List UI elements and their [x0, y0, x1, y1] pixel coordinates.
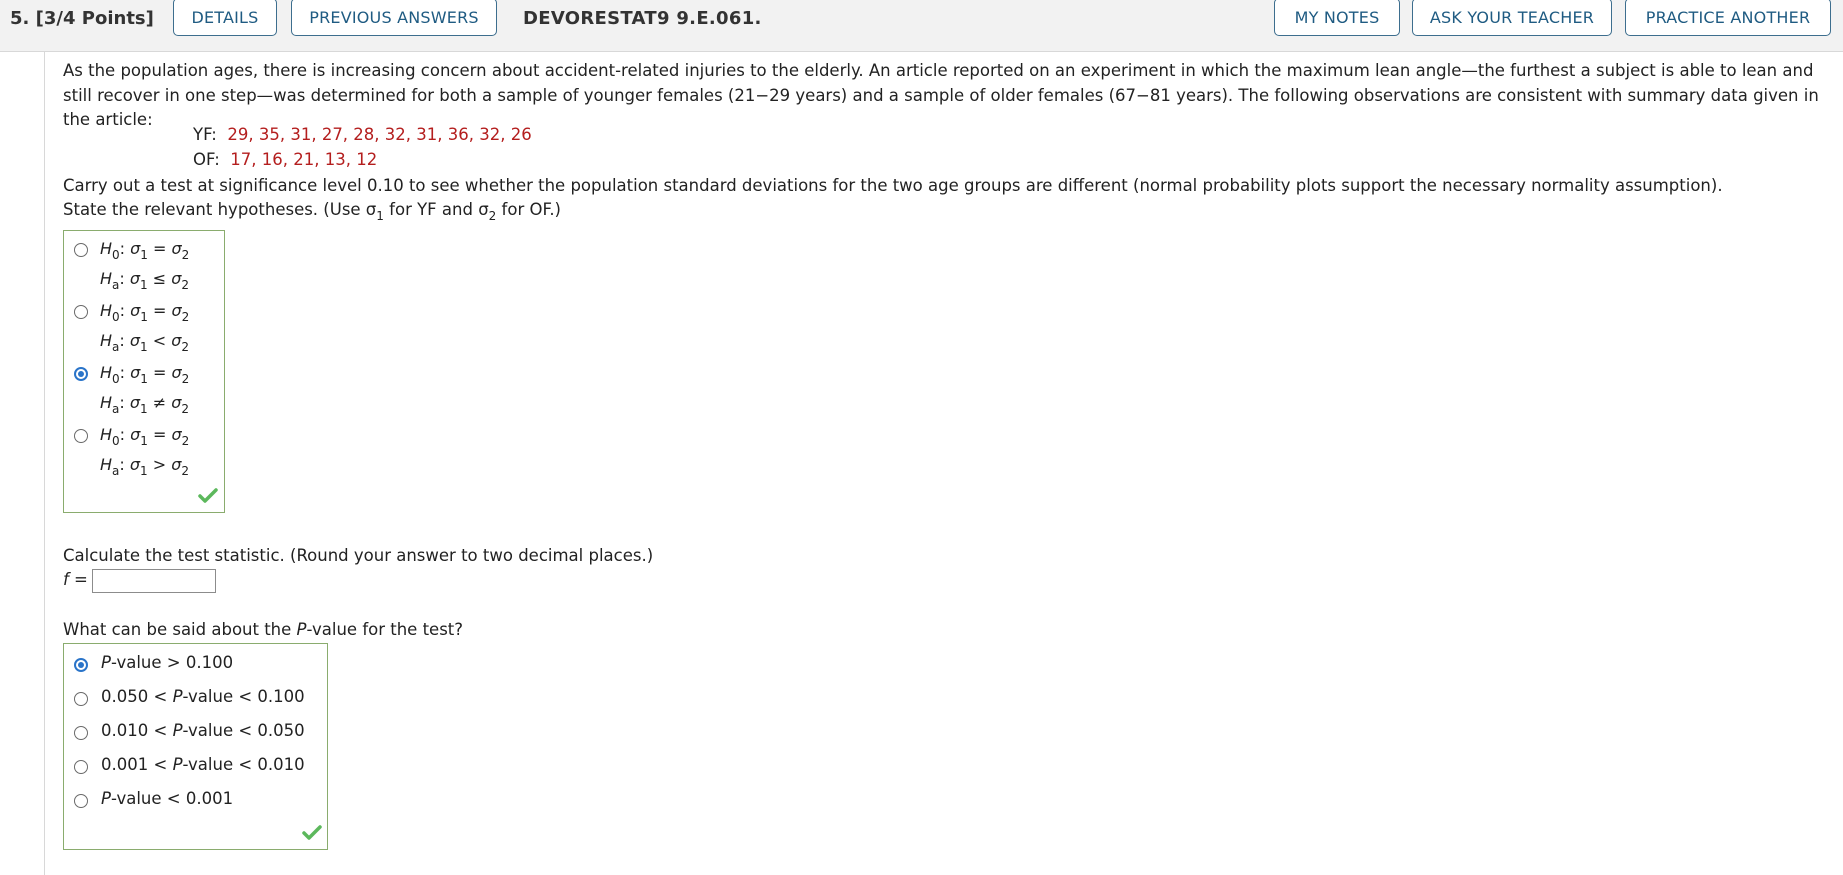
- check-mark-icon: [302, 825, 322, 840]
- pvalue-radio-4[interactable]: [74, 760, 88, 774]
- of-data-line: OF: 17, 16, 21, 13, 12: [193, 150, 377, 169]
- yf-label: YF:: [193, 125, 217, 144]
- yf-data-line: YF: 29, 35, 31, 27, 28, 32, 31, 36, 32, …: [193, 125, 532, 144]
- pvalue-prompt-part: -value for the test?: [306, 620, 464, 639]
- pvalue-option-pre: 0.050 <: [101, 687, 173, 706]
- pvalue-option-5: P-value < 0.001: [101, 789, 233, 808]
- pvalue-radio-3[interactable]: [74, 726, 88, 740]
- question-header: 5. [3/4 Points] DETAILS PREVIOUS ANSWERS…: [0, 0, 1843, 52]
- details-button[interactable]: DETAILS: [173, 0, 277, 36]
- pvalue-option-p: P: [172, 755, 183, 774]
- pvalue-option-post: -value > 0.100: [110, 653, 234, 672]
- question-code: DEVORESTAT9 9.E.061.: [523, 8, 762, 29]
- question-number-text: 5.: [10, 8, 30, 29]
- pvalue-option-post: -value < 0.001: [110, 789, 234, 808]
- pvalue-radio-5[interactable]: [74, 794, 88, 808]
- hypothesis-option-2: H0: σ1 = σ2 Ha: σ1 < σ2: [100, 301, 190, 354]
- pvalue-option-p: P: [172, 721, 183, 740]
- pvalue-option-p: P: [172, 687, 183, 706]
- hypotheses-prompt-part: for YF and σ: [383, 200, 489, 219]
- pvalue-option-pre: 0.010 <: [101, 721, 173, 740]
- pvalue-option-post: -value < 0.100: [182, 687, 305, 706]
- sigma1-subscript: 1: [376, 209, 384, 223]
- hypothesis-radio-3[interactable]: [74, 367, 88, 381]
- points-text: [3/4 Points]: [35, 8, 154, 29]
- hypotheses-prompt: State the relevant hypotheses. (Use σ1 f…: [63, 200, 561, 223]
- pvalue-option-1: P-value > 0.100: [101, 653, 233, 672]
- pvalue-option-p: P: [101, 653, 111, 672]
- test-instruction: Carry out a test at significance level 0…: [63, 176, 1723, 195]
- alt-operator: >: [152, 455, 167, 474]
- pvalue-radio-1[interactable]: [74, 658, 88, 672]
- check-mark-icon: [198, 488, 218, 503]
- pvalue-option-post: -value < 0.010: [182, 755, 305, 774]
- pvalue-option-3: 0.010 < P-value < 0.050: [101, 721, 305, 740]
- pvalue-answer-box: [63, 643, 328, 850]
- alt-operator: ≠: [152, 393, 167, 412]
- pvalue-option-2: 0.050 < P-value < 0.100: [101, 687, 305, 706]
- of-label: OF:: [193, 150, 220, 169]
- content-left-border: [44, 51, 45, 875]
- pvalue-prompt-part: What can be said about the: [63, 620, 297, 639]
- question-number: 5. [3/4 Points]: [10, 8, 154, 29]
- yf-values: 29, 35, 31, 27, 28, 32, 31, 36, 32, 26: [227, 125, 532, 144]
- alt-operator: ≤: [152, 269, 167, 288]
- hypothesis-option-1: H0: σ1 = σ2 Ha: σ1 ≤ σ2: [100, 239, 190, 292]
- hypothesis-radio-4[interactable]: [74, 429, 88, 443]
- pvalue-option-4: 0.001 < P-value < 0.010: [101, 755, 305, 774]
- pvalue-option-p: P: [101, 789, 111, 808]
- pvalue-radio-2[interactable]: [74, 692, 88, 706]
- practice-another-button[interactable]: PRACTICE ANOTHER: [1625, 0, 1831, 36]
- f-label: f =: [63, 570, 88, 589]
- hypothesis-radio-1[interactable]: [74, 243, 88, 257]
- pvalue-option-post: -value < 0.050: [182, 721, 305, 740]
- pvalue-option-pre: 0.001 <: [101, 755, 173, 774]
- alt-operator: <: [152, 331, 167, 350]
- hypothesis-radio-2[interactable]: [74, 305, 88, 319]
- previous-answers-button[interactable]: PREVIOUS ANSWERS: [291, 0, 497, 36]
- hypotheses-prompt-part: State the relevant hypotheses. (Use σ: [63, 200, 377, 219]
- hypotheses-prompt-part: for OF.): [496, 200, 561, 219]
- hypothesis-option-4: H0: σ1 = σ2 Ha: σ1 > σ2: [100, 425, 190, 478]
- f-statistic-input[interactable]: [92, 569, 216, 593]
- my-notes-button[interactable]: MY NOTES: [1274, 0, 1400, 36]
- ask-your-teacher-button[interactable]: ASK YOUR TEACHER: [1412, 0, 1612, 36]
- hypothesis-option-3: H0: σ1 = σ2 Ha: σ1 ≠ σ2: [100, 363, 190, 416]
- pvalue-prompt: What can be said about the P-value for t…: [63, 620, 463, 639]
- problem-intro: As the population ages, there is increas…: [63, 61, 1819, 129]
- of-values: 17, 16, 21, 13, 12: [230, 150, 378, 169]
- pvalue-prompt-italic: P: [296, 620, 307, 639]
- test-statistic-prompt: Calculate the test statistic. (Round you…: [63, 546, 654, 565]
